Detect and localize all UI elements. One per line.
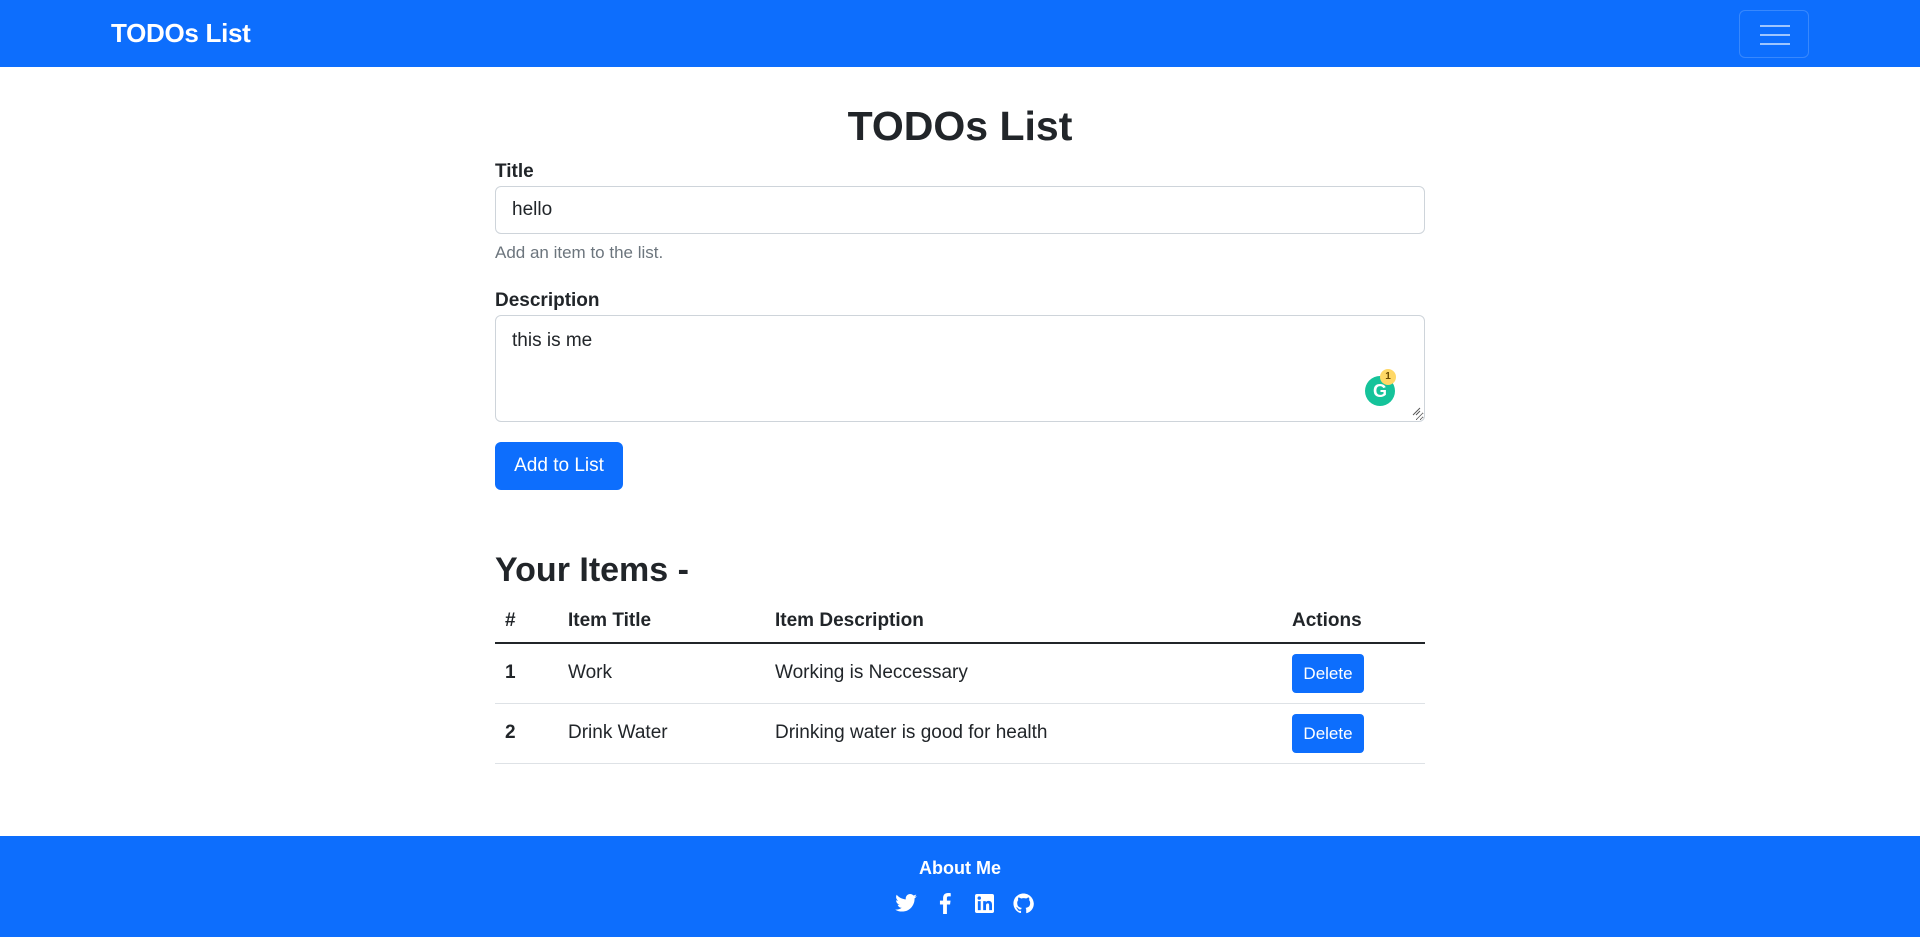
column-header-actions: Actions xyxy=(1282,600,1425,644)
social-links xyxy=(895,891,1035,919)
navbar: TODOs List xyxy=(0,0,1920,67)
row-description: Working is Neccessary xyxy=(765,643,1282,704)
delete-button[interactable]: Delete xyxy=(1292,653,1364,693)
github-icon[interactable] xyxy=(1013,891,1035,915)
page-title: TODOs List xyxy=(847,103,1073,149)
column-header-description: Item Description xyxy=(765,600,1282,644)
linkedin-icon[interactable] xyxy=(974,891,996,915)
description-label: Description xyxy=(495,290,600,311)
title-label: Title xyxy=(495,161,534,182)
hamburger-icon xyxy=(1760,25,1790,27)
navbar-brand[interactable]: TODOs List xyxy=(111,17,251,49)
navbar-toggler-button[interactable] xyxy=(1739,10,1809,58)
resize-grip-icon[interactable] xyxy=(1411,406,1421,416)
column-header-number: # xyxy=(495,600,558,644)
row-actions: Delete xyxy=(1282,703,1425,764)
column-header-title: Item Title xyxy=(558,600,765,644)
table-header-row: # Item Title Item Description Actions xyxy=(495,600,1425,644)
add-to-list-button[interactable]: Add to List xyxy=(495,442,623,490)
delete-button[interactable]: Delete xyxy=(1292,713,1364,753)
row-title: Drink Water xyxy=(558,703,765,764)
title-input[interactable] xyxy=(495,186,1425,234)
hamburger-icon-bar xyxy=(1760,34,1790,36)
facebook-icon[interactable] xyxy=(934,891,956,915)
footer: About Me xyxy=(0,836,1920,937)
row-number: 2 xyxy=(495,703,558,764)
row-actions: Delete xyxy=(1282,643,1425,704)
table-row: 1 Work Working is Neccessary Delete xyxy=(495,643,1425,704)
table-row: 2 Drink Water Drinking water is good for… xyxy=(495,703,1425,764)
title-help-text: Add an item to the list. xyxy=(495,243,664,262)
items-heading: Your Items - xyxy=(495,551,689,589)
grammarly-count-badge: 1 xyxy=(1380,369,1396,385)
row-description: Drinking water is good for health xyxy=(765,703,1282,764)
description-textarea[interactable]: this is me xyxy=(495,315,1425,422)
twitter-icon[interactable] xyxy=(895,891,917,915)
row-number: 1 xyxy=(495,643,558,704)
hamburger-icon-bar xyxy=(1760,43,1790,45)
footer-about-me: About Me xyxy=(919,858,1001,878)
row-title: Work xyxy=(558,643,765,704)
items-table: # Item Title Item Description Actions 1 … xyxy=(495,600,1425,764)
